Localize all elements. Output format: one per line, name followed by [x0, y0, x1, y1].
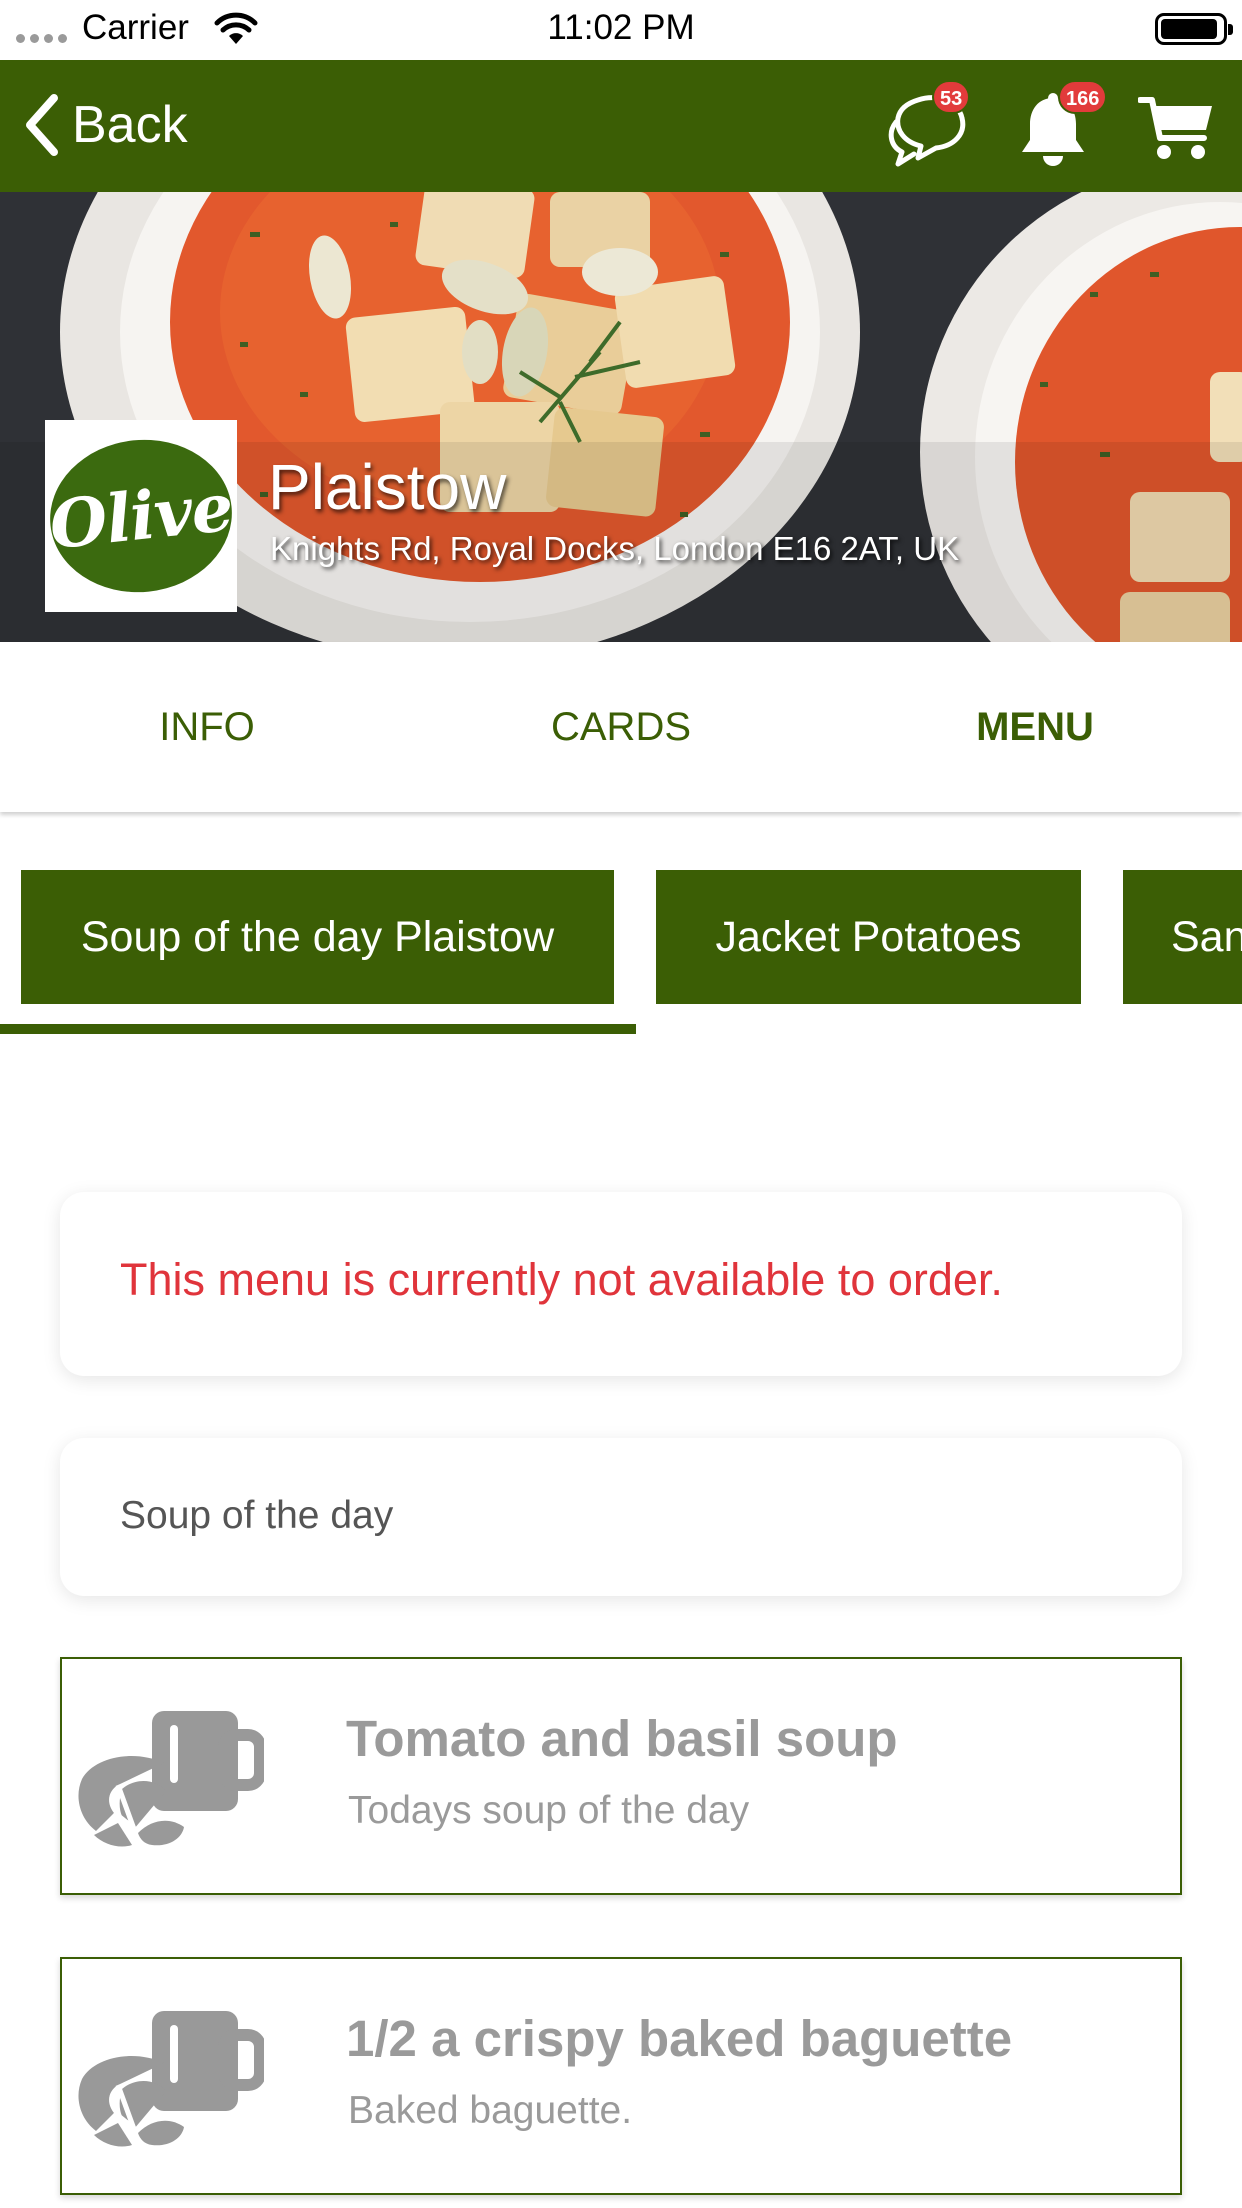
back-chevron-icon — [22, 94, 60, 156]
nav-bar: Back 53 166 — [0, 60, 1242, 192]
venue-hero-banner: Olive Plaistow Knights Rd, Royal Docks, … — [0, 192, 1242, 642]
battery-icon — [1155, 13, 1233, 45]
back-button[interactable]: Back — [22, 88, 188, 162]
unavailable-notice-text: This menu is currently not available to … — [120, 1254, 1003, 1305]
tab-cards[interactable]: CARDS — [414, 642, 828, 812]
notifications-count-badge: 166 — [1058, 80, 1108, 114]
selected-category-indicator — [0, 1024, 636, 1034]
menu-item-description: Todays soup of the day — [348, 1789, 750, 1832]
venue-logo: Olive — [42, 420, 240, 612]
venue-name: Plaistow — [268, 451, 507, 523]
venue-tabs: INFO CARDS MENU — [0, 642, 1242, 812]
menu-section-header: Soup of the day — [60, 1438, 1182, 1596]
croissant-coffee-icon — [74, 1999, 264, 2149]
menu-item-description: Baked baguette. — [348, 2089, 633, 2132]
menu-item-title: 1/2 a crispy baked baguette — [346, 2010, 1013, 2067]
tab-menu[interactable]: MENU — [828, 642, 1242, 812]
menu-item-title: Tomato and basil soup — [346, 1710, 898, 1767]
tab-info[interactable]: INFO — [0, 642, 414, 812]
venue-logo-text: Olive — [45, 467, 237, 565]
category-soup-of-the-day[interactable]: Soup of the day Plaistow — [21, 870, 614, 1004]
status-time: 11:02 PM — [547, 8, 695, 47]
cart-icon[interactable] — [1138, 94, 1216, 162]
venue-address: Knights Rd, Royal Docks, London E16 2AT,… — [270, 530, 960, 567]
menu-section-title: Soup of the day — [120, 1494, 394, 1537]
menu-category-strip[interactable]: Soup of the day Plaistow Jacket Potatoes… — [0, 870, 1242, 1040]
unavailable-notice: This menu is currently not available to … — [60, 1192, 1182, 1376]
menu-item[interactable]: Tomato and basil soup Todays soup of the… — [60, 1657, 1182, 1895]
croissant-coffee-icon — [74, 1699, 264, 1849]
category-jacket-potatoes[interactable]: Jacket Potatoes — [656, 870, 1081, 1004]
status-bar: Carrier 11:02 PM — [0, 0, 1242, 60]
menu-item[interactable]: 1/2 a crispy baked baguette Baked baguet… — [60, 1957, 1182, 2195]
category-sandwiches[interactable]: San — [1123, 870, 1242, 1004]
back-label: Back — [72, 96, 188, 154]
chat-count-badge: 53 — [932, 80, 971, 114]
